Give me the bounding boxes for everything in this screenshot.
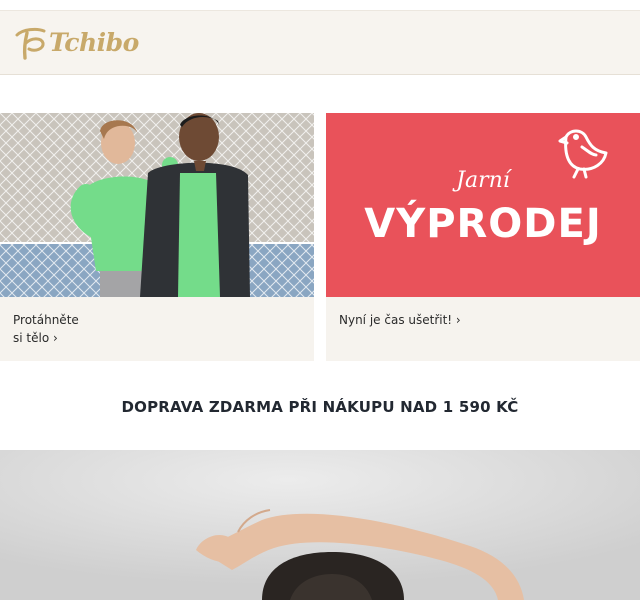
top-strip [0,0,640,10]
hero-photo [0,450,640,600]
free-shipping-banner: DOPRAVA ZDARMA PŘI NÁKUPU NAD 1 590 KČ [121,398,519,416]
teaser-caption-sale: Nyní je čas ušetřit! › [339,311,619,329]
hero-image[interactable] [0,450,640,600]
teaser-caption-line[interactable]: si tělo › [13,329,293,347]
teaser-card-sale[interactable]: Jarní VÝPRODEJ Nyní je čas ušetřit! › [326,113,640,361]
teaser-caption-line[interactable]: Nyní je čas ušetřit! › [339,311,619,329]
tchibo-logo-link[interactable]: Tchibo [13,25,139,61]
sale-title-label: VÝPRODEJ [364,198,601,247]
teaser-image-sale: Jarní VÝPRODEJ [326,113,640,297]
page: Tchibo Protáhněte si tělo › Jarní VÝPROD… [0,0,640,600]
teaser-caption-sport: Protáhněte si tělo › [13,311,293,347]
teaser-caption-line: Protáhněte [13,313,79,327]
site-header: Tchibo [0,10,640,75]
sport-photo [0,113,314,297]
teaser-card-sport[interactable]: Protáhněte si tělo › [0,113,314,361]
sale-script-label: Jarní [452,168,513,193]
brand-name: Tchibo [49,28,139,57]
tchibo-logo-icon [15,27,46,60]
teaser-image-sport [0,113,314,297]
sale-graphic: Jarní VÝPRODEJ [326,113,640,297]
